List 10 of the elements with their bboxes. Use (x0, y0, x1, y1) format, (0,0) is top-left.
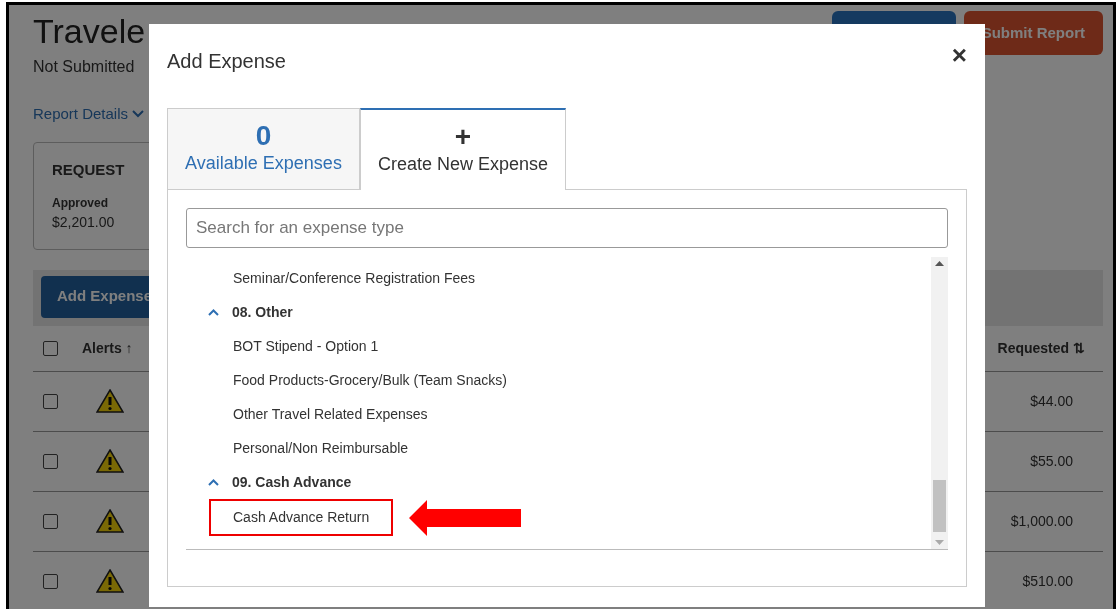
approved-label: Approved (52, 194, 108, 212)
amount-cell-text: $510.00 (1022, 571, 1073, 591)
report-title: Travele (33, 11, 146, 51)
status-text: Not Submitted (33, 57, 135, 77)
card-heading: REQUEST (52, 160, 125, 180)
amount-cell-text: $1,000.00 (1010, 511, 1073, 531)
amount-cell-text: $44.00 (1030, 391, 1073, 411)
amount-cell-text: $55.00 (1030, 451, 1073, 471)
dialog-title: Add Expense (167, 49, 286, 74)
approved-amount: $2,201.00 (52, 212, 115, 232)
